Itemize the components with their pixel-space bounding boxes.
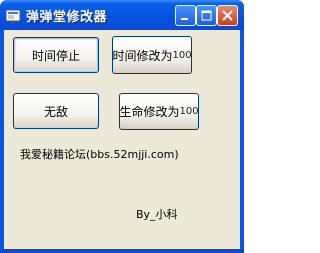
life-modify-value: 100 xyxy=(179,106,199,117)
title-bar[interactable]: 弹弹堂修改器 xyxy=(0,0,244,30)
close-icon xyxy=(222,10,233,21)
close-button[interactable] xyxy=(217,5,238,26)
time-modify-button[interactable]: 时间修改为 100 xyxy=(112,36,192,74)
time-modify-value: 100 xyxy=(172,49,192,61)
time-stop-button[interactable]: 时间停止 xyxy=(13,37,99,73)
invincible-button[interactable]: 无敌 xyxy=(13,93,99,129)
window-title: 弹弹堂修改器 xyxy=(26,10,108,25)
app-window: 弹弹堂修改器 时间停止 时间修改为 100 无敌 生命修改为 100 我爱秘籍论… xyxy=(0,0,244,253)
time-modify-label: 时间修改为 xyxy=(112,48,173,63)
client-area: 时间停止 时间修改为 100 无敌 生命修改为 100 我爱秘籍论坛(bbs.52m… xyxy=(4,30,240,249)
minimize-icon xyxy=(181,18,188,20)
minimize-button[interactable] xyxy=(175,5,196,26)
app-icon xyxy=(5,9,21,22)
life-modify-label: 生命修改为 xyxy=(119,105,180,119)
life-modify-button[interactable]: 生命修改为 100 xyxy=(119,93,199,130)
window-frame-bottom xyxy=(0,249,244,253)
forum-label: 我爱秘籍论坛(bbs.52mjji.com) xyxy=(20,148,179,161)
maximize-icon xyxy=(201,10,212,21)
invincible-label: 无敌 xyxy=(43,104,68,119)
maximize-button[interactable] xyxy=(196,5,217,26)
time-stop-label: 时间停止 xyxy=(31,48,80,63)
author-label: By_小科 xyxy=(136,208,178,221)
